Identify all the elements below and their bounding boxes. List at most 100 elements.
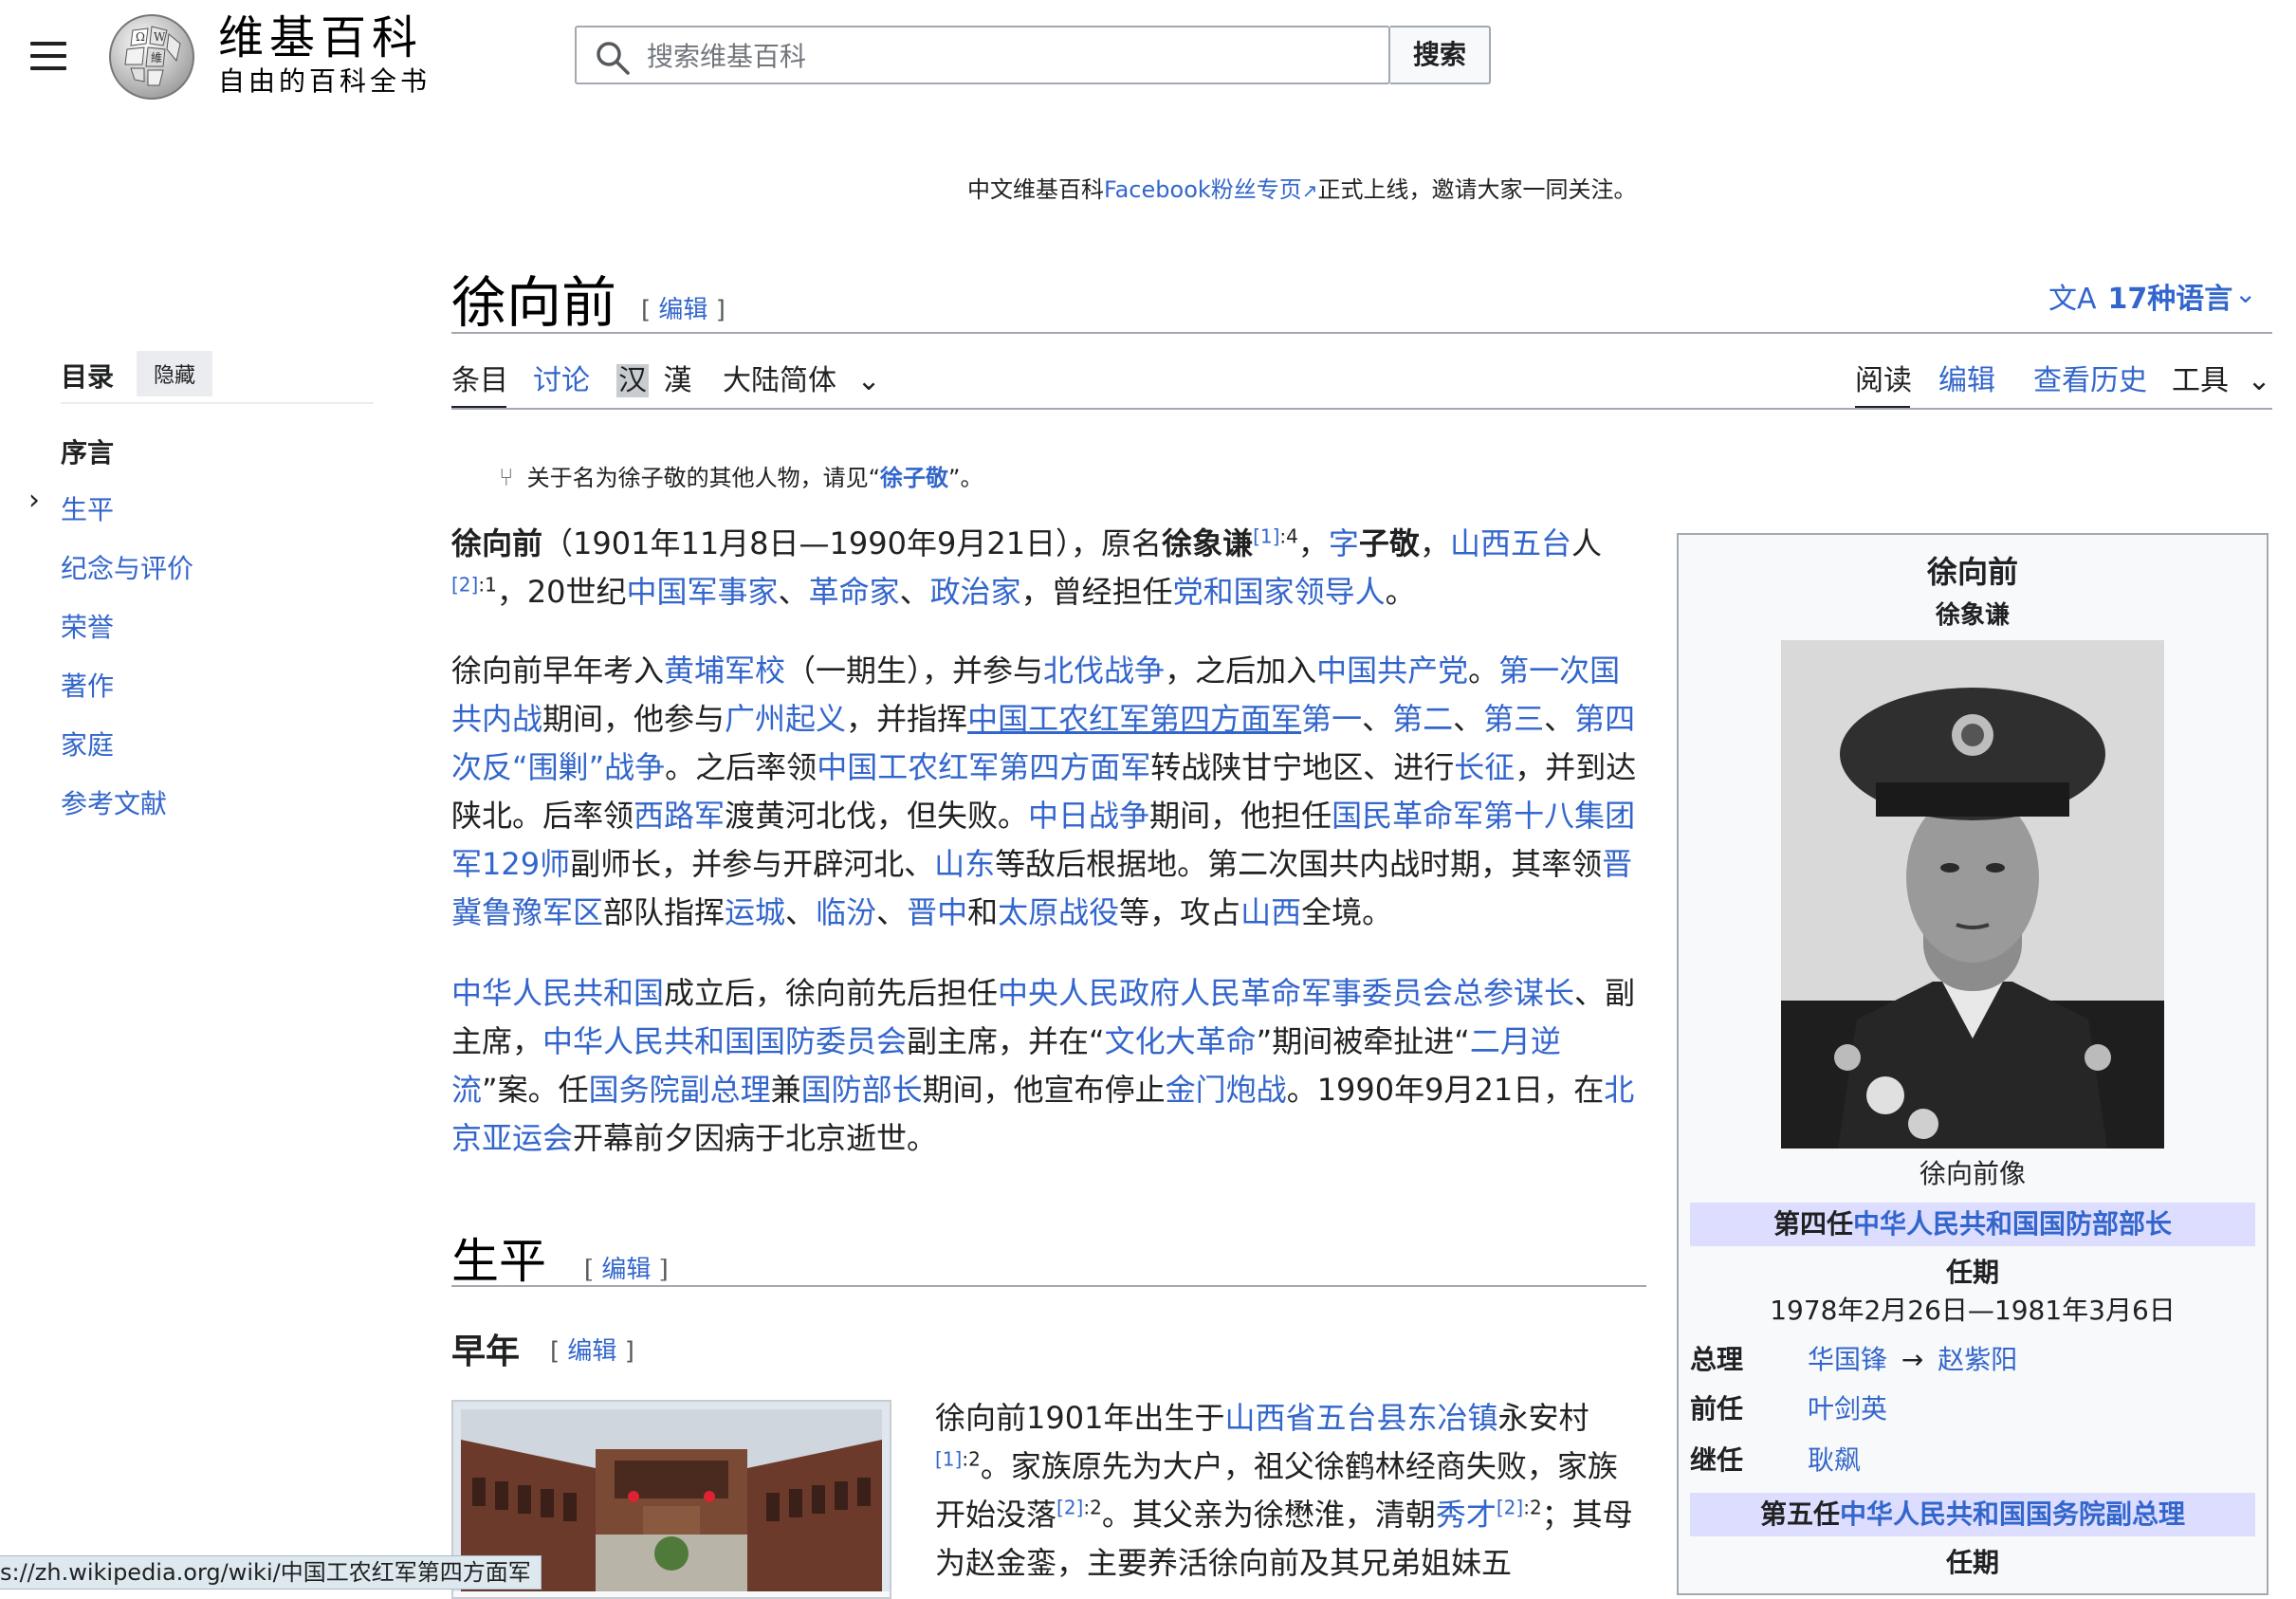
- link[interactable]: 广州起义: [725, 701, 846, 737]
- subsection-heading-early: 早年: [451, 1332, 521, 1371]
- toc-item-family[interactable]: 家庭: [61, 725, 114, 763]
- link[interactable]: 山东: [934, 846, 995, 882]
- link[interactable]: 革命家: [809, 574, 900, 610]
- site-notice-link[interactable]: Facebook粉丝专页: [1104, 176, 1302, 203]
- link[interactable]: 晋中: [907, 894, 967, 930]
- link[interactable]: 国务院副总理: [589, 1072, 771, 1108]
- toc-hide-button[interactable]: 隐藏: [137, 351, 213, 396]
- variant-dropdown[interactable]: 大陆简体 ⌄: [723, 357, 881, 398]
- toc-item-life[interactable]: 生平: [61, 489, 114, 527]
- link[interactable]: 129师: [482, 846, 570, 882]
- predecessor-link[interactable]: 叶剑英: [1808, 1388, 1887, 1426]
- link[interactable]: 山西五台: [1450, 525, 1571, 561]
- title-edit-label[interactable]: 编辑: [658, 296, 707, 324]
- text: 开幕前夕因病于北京逝世。: [573, 1120, 938, 1156]
- link[interactable]: 山西省五台县东冶镇: [1224, 1400, 1497, 1436]
- citation-link[interactable]: [2]: [1497, 1496, 1523, 1518]
- premier-link-2[interactable]: 赵紫阳: [1938, 1344, 2017, 1375]
- citation-page: :2: [962, 1447, 981, 1471]
- link[interactable]: 中国军事家: [627, 574, 779, 610]
- link[interactable]: 黄埔军校: [664, 652, 785, 689]
- hatnote-link[interactable]: 徐子敬: [880, 465, 948, 491]
- variant-switch[interactable]: 汉 漢: [616, 357, 692, 398]
- link[interactable]: 秀才: [1436, 1497, 1497, 1533]
- link[interactable]: 中华人民共和国国防委员会: [542, 1023, 907, 1059]
- link[interactable]: 中国工农红军第四方面军: [967, 701, 1301, 737]
- tab-talk[interactable]: 讨论: [533, 357, 590, 398]
- variant-hans[interactable]: 汉: [616, 364, 649, 397]
- link[interactable]: 中华人民共和国: [451, 975, 664, 1011]
- successor-label: 继任: [1690, 1444, 1744, 1476]
- link[interactable]: 第一: [1301, 701, 1362, 737]
- title-edit-link[interactable]: [ 编辑 ]: [641, 290, 726, 325]
- language-button[interactable]: 文A 17种语言: [2048, 275, 2232, 317]
- hatnote: ⑂ 关于名为徐子敬的其他人物，请见“徐子敬”。: [499, 459, 983, 492]
- text: 人: [1570, 525, 1602, 561]
- toc-item-honors[interactable]: 荣誉: [61, 607, 114, 645]
- tab-history[interactable]: 查看历史: [2033, 357, 2147, 398]
- search-button[interactable]: 搜索: [1390, 26, 1491, 84]
- link[interactable]: 临汾: [816, 894, 876, 930]
- toc-item-legacy[interactable]: 纪念与评价: [61, 548, 193, 586]
- tab-edit[interactable]: 编辑: [1938, 357, 1995, 398]
- link[interactable]: 文化大革命: [1105, 1023, 1257, 1059]
- toc-item-references[interactable]: 参考文献: [61, 783, 167, 821]
- tools-label: 工具: [2172, 364, 2229, 397]
- hatnote-text-after: ”。: [948, 465, 983, 491]
- portrait-photo[interactable]: [1781, 640, 2164, 1149]
- office-ordinal: 第五任: [1759, 1498, 1840, 1530]
- toc-item-works[interactable]: 著作: [61, 666, 114, 704]
- text: 成立后，徐向前先后担任: [664, 975, 999, 1011]
- lead-paragraph-1: 徐向前（1901年11月8日—1990年9月21日），原名徐象谦[1]:4，字子…: [451, 520, 1608, 616]
- link[interactable]: 第三: [1483, 701, 1544, 737]
- main-menu-button[interactable]: [30, 42, 66, 70]
- variant-hant[interactable]: 漢: [664, 364, 692, 397]
- successor-link[interactable]: 耿飙: [1808, 1440, 1861, 1478]
- link[interactable]: 中国工农红军第四方面军: [817, 749, 1150, 785]
- infobox-office-header-2: 第五任中华人民共和国国务院副总理: [1690, 1493, 2255, 1536]
- citation-link[interactable]: [2]: [451, 573, 478, 596]
- link[interactable]: 北伐战争: [1043, 652, 1165, 689]
- text: 。1990年9月21日，在: [1286, 1072, 1605, 1108]
- wikipedia-globe-icon[interactable]: Ω W 維: [104, 11, 199, 102]
- link[interactable]: 太原战役: [998, 894, 1119, 930]
- search-input[interactable]: [645, 35, 1369, 77]
- link[interactable]: 中日战争: [1028, 798, 1149, 834]
- tab-article[interactable]: 条目: [451, 357, 508, 398]
- office-link[interactable]: 中华人民共和国国务院副总理: [1840, 1498, 2185, 1530]
- text: （一期生），并参与: [785, 652, 1044, 689]
- premier-values: 华国锋 → 赵紫阳: [1808, 1339, 2017, 1377]
- link[interactable]: 政治家: [930, 574, 1021, 610]
- subsection-edit-link[interactable]: [ 编辑 ]: [550, 1332, 634, 1367]
- link[interactable]: 中央人民政府人民革命军事委员会总参谋长: [998, 975, 1574, 1011]
- link[interactable]: 山西: [1240, 894, 1301, 930]
- citation-link[interactable]: [1]: [935, 1447, 962, 1470]
- toc-expand-chevron-icon[interactable]: ›: [28, 484, 40, 517]
- subject-name: 徐向前: [451, 525, 543, 561]
- language-chevron-down-icon[interactable]: ⌄: [2234, 278, 2256, 309]
- section-edit-label[interactable]: 编辑: [601, 1256, 651, 1284]
- text: ”案。任: [482, 1072, 589, 1108]
- section-edit-link[interactable]: [ 编辑 ]: [584, 1256, 669, 1284]
- premier-link-1[interactable]: 华国锋: [1808, 1344, 1887, 1375]
- link[interactable]: 运城: [725, 894, 785, 930]
- office-link[interactable]: 中华人民共和国国防部部长: [1853, 1208, 2172, 1240]
- tab-read[interactable]: 阅读: [1855, 357, 1912, 398]
- wordmark[interactable]: 维基百科 自由的百科全书: [218, 11, 431, 99]
- citation-page: :2: [1523, 1496, 1542, 1519]
- citation-link[interactable]: [1]: [1253, 524, 1279, 547]
- link[interactable]: 第二: [1392, 701, 1453, 737]
- link[interactable]: 长征: [1454, 749, 1515, 785]
- tools-dropdown[interactable]: 工具 ⌄: [2172, 357, 2271, 398]
- link[interactable]: 国防部长: [801, 1072, 923, 1108]
- citation-link[interactable]: [2]: [1056, 1496, 1083, 1518]
- link[interactable]: 党和国家领导人: [1173, 574, 1386, 610]
- link[interactable]: 字: [1329, 525, 1359, 561]
- text: ，曾经担任: [1020, 574, 1173, 610]
- search-field[interactable]: [575, 26, 1390, 84]
- subsection-edit-label[interactable]: 编辑: [567, 1337, 616, 1366]
- link[interactable]: 西路军: [634, 798, 725, 834]
- link[interactable]: 中国共产党: [1316, 652, 1468, 689]
- link[interactable]: 金门炮战: [1166, 1072, 1287, 1108]
- toc-item-intro[interactable]: 序言: [61, 432, 114, 470]
